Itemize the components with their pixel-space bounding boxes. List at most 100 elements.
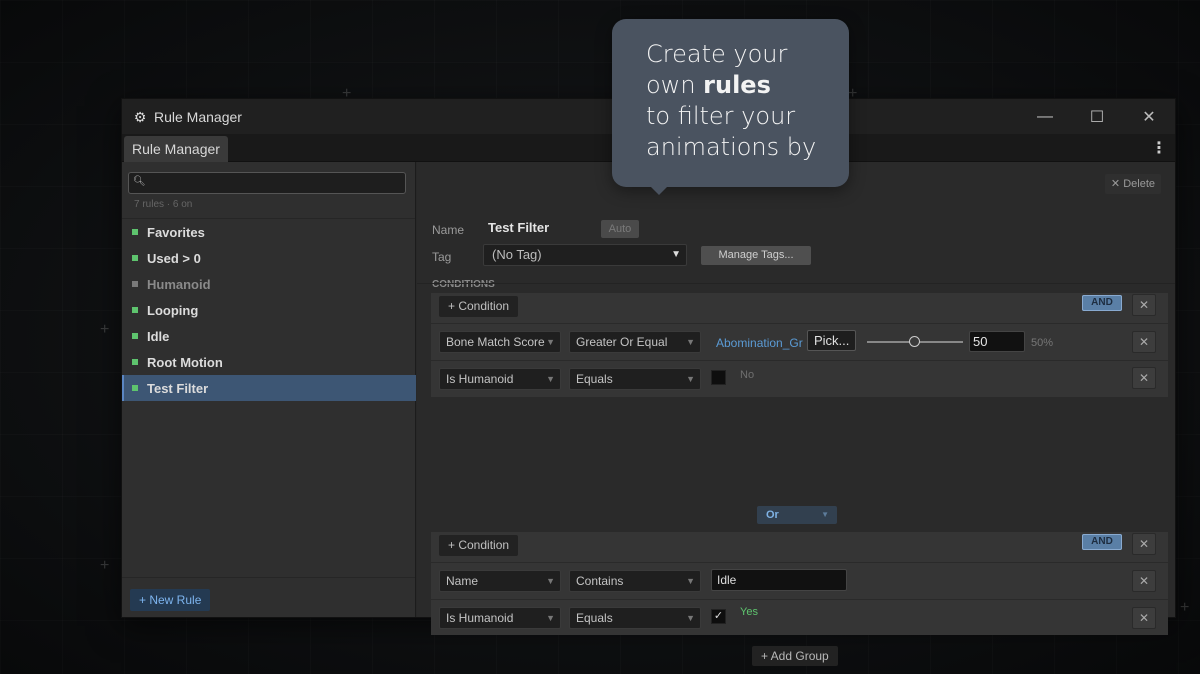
- remove-group-button[interactable]: ✕: [1132, 294, 1156, 316]
- add-group-button[interactable]: + Add Group: [752, 646, 838, 666]
- name-label: Name: [432, 223, 465, 237]
- condition-field-dropdown[interactable]: Is Humanoid ▼: [439, 368, 561, 390]
- rule-item-label: Humanoid: [147, 276, 211, 292]
- chevron-down-icon: ▼: [686, 337, 695, 347]
- rule-item-label: Used > 0: [147, 250, 201, 266]
- chevron-down-icon: ▼: [546, 374, 555, 384]
- rule-editor: ✕ Delete Name Test Filter Auto Tag (No T…: [417, 162, 1175, 666]
- condition-operator-value: Contains: [576, 574, 624, 588]
- condition-row: Is Humanoid ▼ Equals ▼ ✓ Yes ✕: [431, 600, 1168, 637]
- pick-button[interactable]: Pick...: [807, 330, 857, 351]
- chevron-down-icon: ▼: [671, 249, 681, 260]
- condition-operator-dropdown[interactable]: Greater Or Equal ▼: [569, 331, 701, 353]
- callout-emphasis: rules: [703, 71, 771, 99]
- remove-condition-button[interactable]: ✕: [1132, 570, 1156, 592]
- remove-condition-button[interactable]: ✕: [1132, 367, 1156, 389]
- condition-operator-value: Greater Or Equal: [576, 335, 668, 349]
- promo-callout: Create your own rules to filter your ani…: [612, 19, 849, 187]
- tab-rule-manager[interactable]: Rule Manager: [124, 136, 228, 162]
- condition-operator-dropdown[interactable]: Equals ▼: [569, 607, 701, 629]
- rule-name-value[interactable]: Test Filter: [488, 220, 549, 235]
- callout-line: animations by: [646, 133, 817, 161]
- add-condition-button[interactable]: + Condition: [439, 296, 519, 317]
- condition-row: Name ▼ Contains ▼ Idle ✕: [431, 563, 1168, 600]
- chevron-down-icon: ▼: [546, 613, 555, 623]
- name-contains-field[interactable]: Idle: [711, 569, 847, 591]
- rule-item[interactable]: Favorites: [122, 219, 416, 245]
- remove-condition-button[interactable]: ✕: [1132, 607, 1156, 629]
- rule-item-label: Test Filter: [147, 380, 209, 396]
- condition-field-dropdown[interactable]: Bone Match Score ▼: [439, 331, 561, 353]
- minimize-button[interactable]: —: [1019, 99, 1071, 134]
- tag-dropdown[interactable]: (No Tag) ▼: [483, 244, 687, 266]
- group-joiner-value: Or: [766, 509, 779, 521]
- condition-group: + Condition AND ✕ Bone Match Score ▼ Gre…: [431, 293, 1168, 397]
- auto-button[interactable]: Auto: [601, 220, 639, 238]
- rule-status-dot[interactable]: [132, 229, 138, 235]
- group-logic-toggle[interactable]: AND: [1082, 534, 1122, 550]
- search-box: 🔍︎: [128, 172, 406, 194]
- checkbox-label: No: [740, 369, 755, 381]
- rule-item[interactable]: Idle: [122, 323, 416, 349]
- rule-status-dot[interactable]: [132, 281, 138, 287]
- remove-group-button[interactable]: ✕: [1132, 533, 1156, 555]
- new-rule-button[interactable]: + New Rule: [130, 589, 211, 611]
- rule-list: Favorites Used > 0 Humanoid Looping Idle Root…: [122, 219, 416, 401]
- manage-tags-button[interactable]: Manage Tags...: [701, 246, 811, 265]
- conditions-heading: CONDITIONS: [432, 279, 495, 290]
- rule-status-dot[interactable]: [132, 333, 138, 339]
- value-checkbox[interactable]: ✓: [711, 609, 726, 624]
- condition-field-value: Name: [446, 574, 479, 588]
- condition-operator-value: Equals: [576, 611, 613, 625]
- condition-group: + Condition AND ✕ Name ▼ Contains ▼ Idle…: [431, 532, 1168, 635]
- decor-plus-icon: +: [1180, 599, 1190, 616]
- remove-condition-button[interactable]: ✕: [1132, 331, 1156, 353]
- condition-field-dropdown[interactable]: Is Humanoid ▼: [439, 607, 561, 629]
- group-joiner-dropdown[interactable]: Or ▼: [757, 506, 837, 524]
- condition-operator-value: Equals: [576, 372, 613, 386]
- rules-count: 7 rules · 6 on: [134, 199, 193, 210]
- rule-status-dot[interactable]: [132, 255, 138, 261]
- callout-pointer: [650, 186, 668, 195]
- window-title: Rule Manager: [154, 108, 242, 125]
- chevron-down-icon: ▼: [686, 374, 695, 384]
- add-condition-button[interactable]: + Condition: [439, 535, 519, 556]
- rule-item[interactable]: Used > 0: [122, 245, 416, 271]
- chevron-down-icon: ▼: [546, 576, 555, 586]
- rules-sidebar: 🔍︎ 7 rules · 6 on Favorites Used > 0 Human…: [122, 162, 416, 617]
- decor-plus-icon: +: [100, 557, 110, 574]
- search-icon: 🔍︎: [133, 176, 146, 187]
- score-value-field[interactable]: 50: [969, 331, 1025, 352]
- chevron-down-icon: ▼: [686, 613, 695, 623]
- rule-item[interactable]: Humanoid: [122, 271, 416, 297]
- app-logo-icon: ⚙: [133, 108, 147, 125]
- rule-status-dot[interactable]: [132, 385, 138, 391]
- delete-button[interactable]: ✕ Delete: [1104, 174, 1161, 194]
- callout-line: Create your: [646, 40, 788, 68]
- rule-item[interactable]: Looping: [122, 297, 416, 323]
- checkbox-label: Yes: [740, 606, 758, 618]
- condition-operator-dropdown[interactable]: Contains ▼: [569, 570, 701, 592]
- rule-item[interactable]: Root Motion: [122, 349, 416, 375]
- score-slider-handle[interactable]: [909, 336, 920, 347]
- more-options-icon[interactable]: ⋮: [1151, 138, 1167, 158]
- condition-field-dropdown[interactable]: Name ▼: [439, 570, 561, 592]
- chevron-down-icon: ▼: [821, 510, 829, 519]
- rule-status-dot[interactable]: [132, 307, 138, 313]
- condition-operator-dropdown[interactable]: Equals ▼: [569, 368, 701, 390]
- callout-line: to filter your: [646, 102, 796, 130]
- condition-field-value: Is Humanoid: [446, 611, 514, 625]
- condition-row: Bone Match Score ▼ Greater Or Equal ▼ Ab…: [431, 324, 1168, 361]
- value-checkbox[interactable]: [711, 370, 726, 385]
- maximize-button[interactable]: ☐: [1071, 99, 1123, 134]
- callout-text: own: [646, 71, 704, 99]
- search-input[interactable]: [147, 173, 397, 193]
- target-asset-link[interactable]: Abomination_Gr: [716, 336, 803, 350]
- tag-dropdown-value: (No Tag): [492, 247, 542, 262]
- close-button[interactable]: ✕: [1123, 99, 1175, 134]
- sidebar-footer: + New Rule: [122, 577, 415, 617]
- rule-item[interactable]: Test Filter: [122, 375, 416, 401]
- group-header: + Condition AND ✕: [431, 293, 1168, 324]
- rule-status-dot[interactable]: [132, 359, 138, 365]
- group-logic-toggle[interactable]: AND: [1082, 295, 1122, 311]
